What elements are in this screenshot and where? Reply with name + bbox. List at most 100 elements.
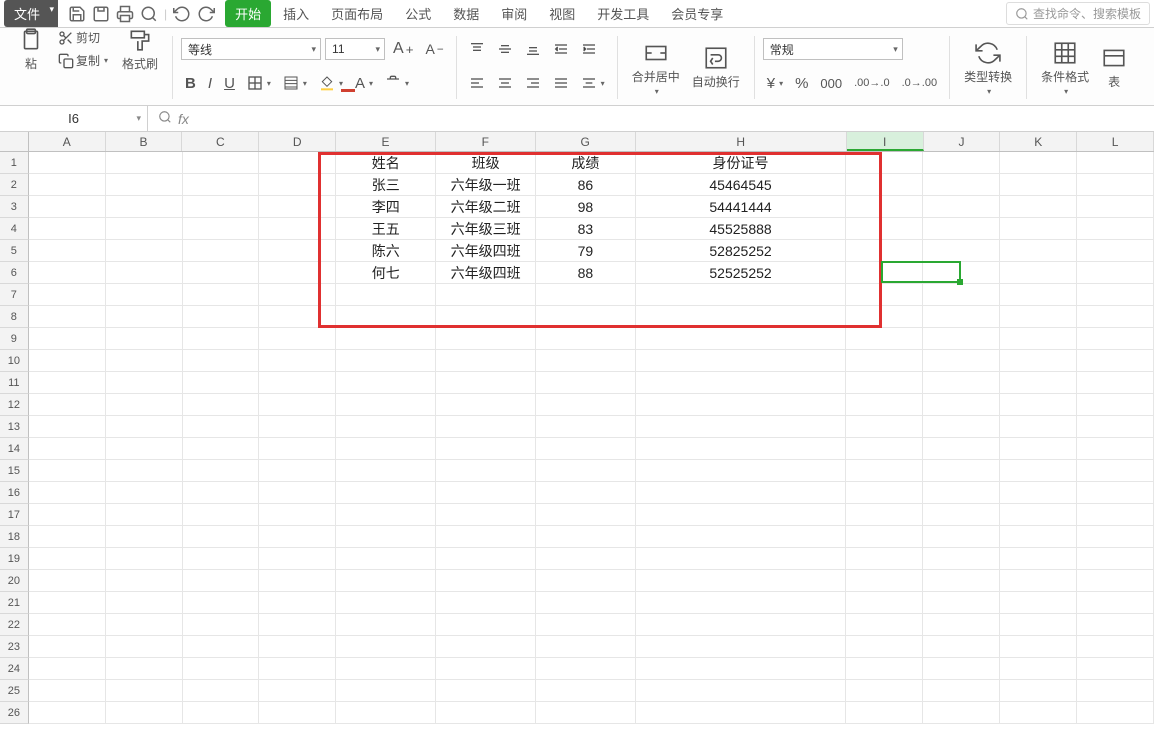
underline-button[interactable]: U [220, 73, 239, 94]
cell[interactable] [636, 592, 846, 614]
cell[interactable] [259, 504, 336, 526]
cell[interactable] [636, 460, 846, 482]
cell[interactable] [636, 548, 846, 570]
spreadsheet-grid[interactable]: ABCDEFGHIJKL 1姓名班级成绩身份证号2张三六年级一班86454645… [0, 132, 1154, 730]
cell[interactable] [29, 680, 106, 702]
cell[interactable] [846, 526, 923, 548]
row-header[interactable]: 14 [0, 438, 29, 460]
cell[interactable] [183, 702, 260, 724]
cell[interactable] [106, 680, 183, 702]
cell[interactable] [1077, 702, 1154, 724]
col-header-B[interactable]: B [106, 132, 183, 151]
format-painter-button[interactable]: 格式刷 [116, 16, 164, 82]
cell[interactable] [183, 416, 260, 438]
tab-insert[interactable]: 插入 [273, 0, 319, 27]
cell[interactable] [259, 350, 336, 372]
cell[interactable]: 45464545 [636, 174, 846, 196]
cell[interactable] [183, 438, 260, 460]
cell[interactable] [106, 416, 183, 438]
cell[interactable] [436, 306, 536, 328]
cell[interactable] [29, 592, 106, 614]
cell[interactable]: 陈六 [336, 240, 436, 262]
cell[interactable] [106, 592, 183, 614]
tab-data[interactable]: 数据 [443, 0, 489, 27]
cell[interactable] [1077, 504, 1154, 526]
cancel-formula-icon[interactable] [158, 110, 172, 127]
font-name-select[interactable]: 等线 [181, 38, 321, 60]
col-header-K[interactable]: K [1000, 132, 1077, 151]
row-header[interactable]: 15 [0, 460, 29, 482]
cell[interactable] [106, 548, 183, 570]
cell[interactable] [1077, 372, 1154, 394]
cell[interactable] [1000, 240, 1077, 262]
row-header[interactable]: 2 [0, 174, 29, 196]
cell[interactable] [183, 284, 260, 306]
row-header[interactable]: 16 [0, 482, 29, 504]
cell[interactable] [29, 174, 106, 196]
col-header-C[interactable]: C [182, 132, 259, 151]
cell[interactable] [1077, 394, 1154, 416]
cell[interactable] [636, 328, 846, 350]
row-header[interactable]: 4 [0, 218, 29, 240]
cell[interactable] [536, 372, 636, 394]
cell[interactable] [259, 372, 336, 394]
number-format-select[interactable]: 常规 [763, 38, 903, 60]
cell[interactable] [846, 350, 923, 372]
tab-view[interactable]: 视图 [539, 0, 585, 27]
cell[interactable] [106, 636, 183, 658]
cell[interactable] [183, 350, 260, 372]
cell[interactable] [1000, 262, 1077, 284]
cell[interactable] [436, 614, 536, 636]
align-right-icon[interactable] [521, 73, 545, 93]
col-header-L[interactable]: L [1077, 132, 1154, 151]
cell[interactable]: 六年级二班 [436, 196, 536, 218]
cell[interactable] [636, 504, 846, 526]
cell[interactable] [846, 218, 923, 240]
cell[interactable] [846, 152, 923, 174]
cell[interactable] [1000, 658, 1077, 680]
cell[interactable] [436, 350, 536, 372]
redo-icon[interactable] [197, 5, 215, 23]
cell[interactable] [183, 592, 260, 614]
col-header-D[interactable]: D [259, 132, 336, 151]
wrap-text-button[interactable]: 自动换行 [686, 41, 746, 94]
cell[interactable] [923, 240, 1000, 262]
font-color-button[interactable]: A [351, 73, 377, 94]
row-header[interactable]: 12 [0, 394, 29, 416]
cell[interactable] [846, 636, 923, 658]
cell[interactable] [436, 482, 536, 504]
cell[interactable] [536, 416, 636, 438]
cell[interactable]: 88 [536, 262, 636, 284]
conditional-format-button[interactable]: 条件格式 [1035, 36, 1095, 100]
row-header[interactable]: 21 [0, 592, 29, 614]
row-header[interactable]: 8 [0, 306, 29, 328]
cell[interactable] [336, 548, 436, 570]
cell[interactable] [1000, 548, 1077, 570]
cell[interactable] [259, 526, 336, 548]
cell[interactable] [923, 548, 1000, 570]
cell[interactable] [923, 482, 1000, 504]
cell[interactable]: 83 [536, 218, 636, 240]
cell[interactable] [1000, 482, 1077, 504]
cut-button[interactable]: 剪切 [54, 27, 112, 48]
cell[interactable] [29, 416, 106, 438]
table-style-button[interactable]: 表 [1095, 41, 1133, 94]
cell[interactable] [436, 526, 536, 548]
cell[interactable] [183, 372, 260, 394]
cell[interactable]: 98 [536, 196, 636, 218]
cell[interactable] [846, 592, 923, 614]
decrease-font-icon[interactable]: A− [422, 39, 448, 59]
cell[interactable] [259, 570, 336, 592]
cell[interactable] [1077, 240, 1154, 262]
cell[interactable] [336, 372, 436, 394]
cell[interactable] [336, 350, 436, 372]
name-box[interactable]: I6 [0, 106, 148, 131]
undo-icon[interactable] [173, 5, 191, 23]
row-header[interactable]: 17 [0, 504, 29, 526]
cell[interactable] [183, 658, 260, 680]
tab-formula[interactable]: 公式 [395, 0, 441, 27]
cell[interactable] [436, 460, 536, 482]
cell[interactable]: 身份证号 [636, 152, 846, 174]
cell[interactable] [636, 526, 846, 548]
cell[interactable] [1000, 614, 1077, 636]
